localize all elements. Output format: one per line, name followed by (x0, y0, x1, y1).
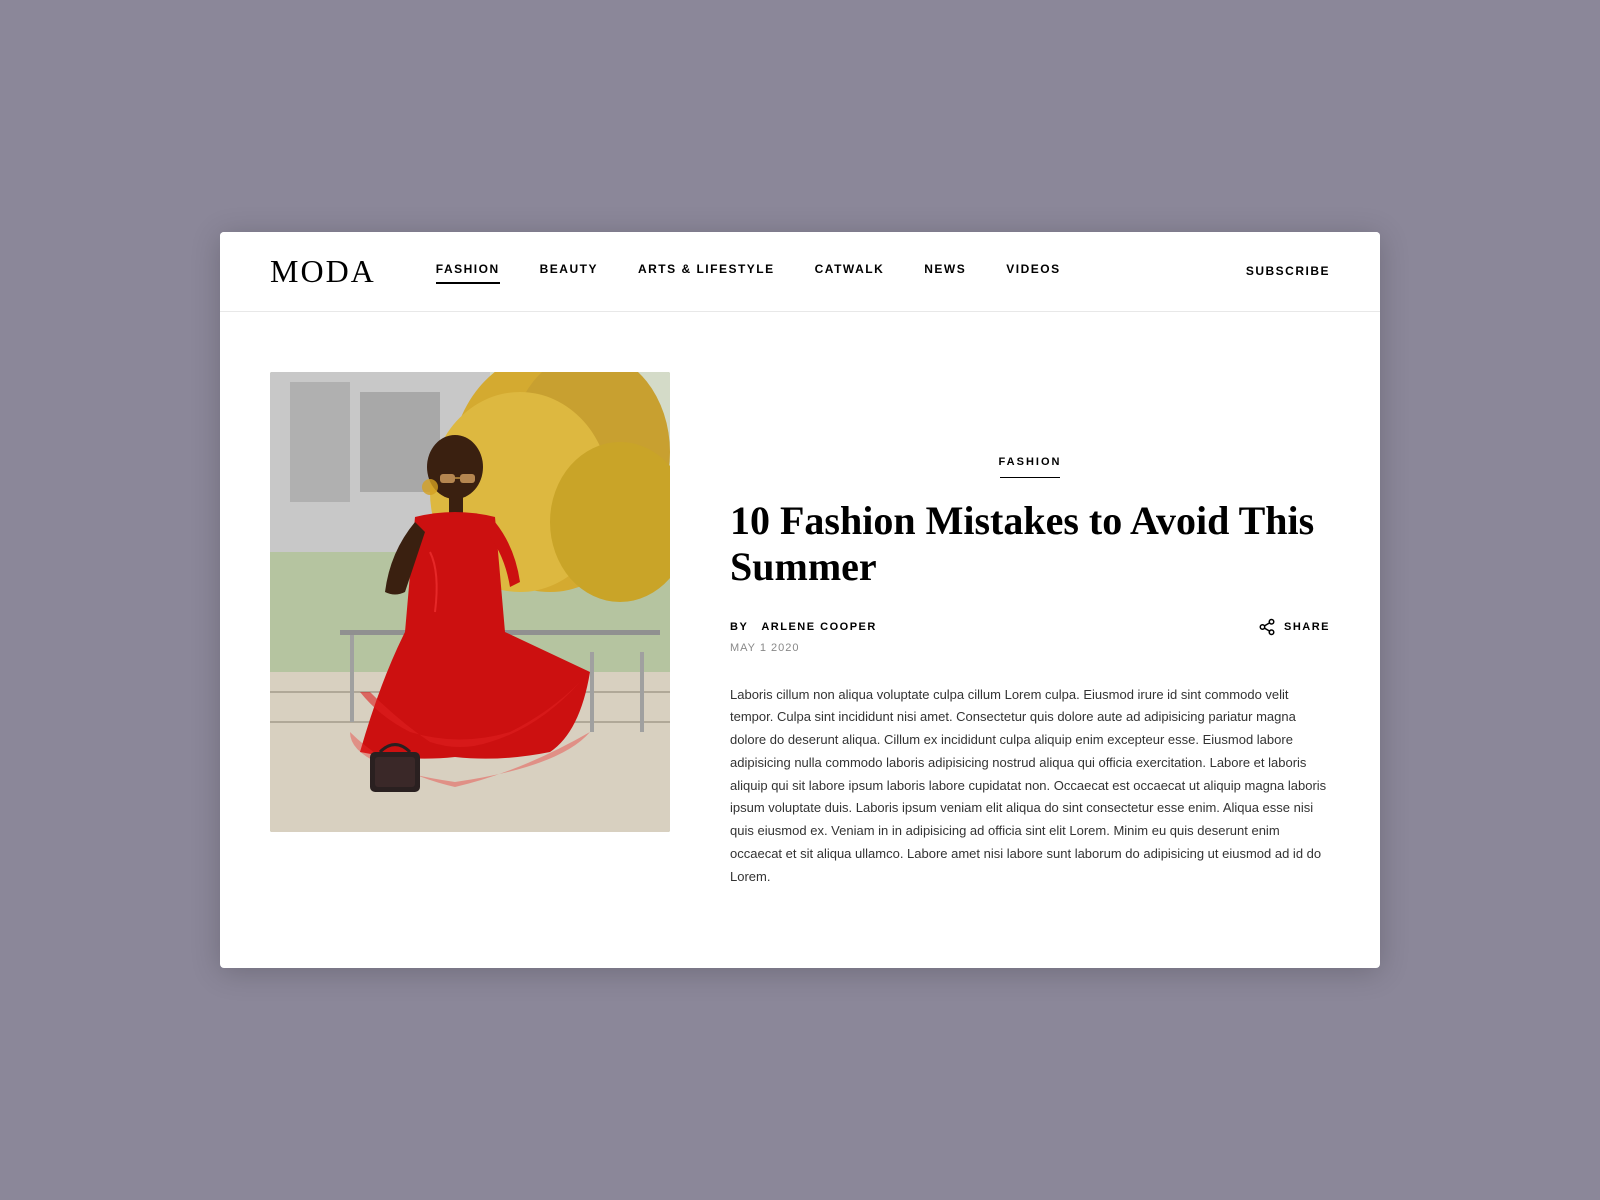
share-icon (1258, 618, 1276, 636)
share-button[interactable]: SHARE (1258, 618, 1330, 636)
nav-item-beauty[interactable]: BEAUTY (540, 262, 598, 280)
share-label: SHARE (1284, 621, 1330, 633)
article-meta: BY ARLENE COOPER SHARE (730, 618, 1330, 636)
browser-window: MODA FASHION BEAUTY ARTS & LIFESTYLE CAT… (220, 232, 1380, 969)
article-date: MAY 1 2020 (730, 642, 1330, 654)
nav-item-arts[interactable]: ARTS & LIFESTYLE (638, 262, 775, 280)
nav-item-fashion[interactable]: FASHION (436, 262, 500, 280)
site-logo[interactable]: MODA (270, 253, 376, 290)
article-title: 10 Fashion Mistakes to Avoid This Summer (730, 498, 1330, 590)
site-header: MODA FASHION BEAUTY ARTS & LIFESTYLE CAT… (220, 232, 1380, 312)
article-content: FASHION 10 Fashion Mistakes to Avoid Thi… (730, 372, 1330, 889)
article-image (270, 372, 670, 832)
main-content: FASHION 10 Fashion Mistakes to Avoid Thi… (220, 312, 1380, 969)
article-category: FASHION (730, 456, 1330, 478)
site-nav: FASHION BEAUTY ARTS & LIFESTYLE CATWALK … (436, 262, 1246, 280)
nav-item-videos[interactable]: VIDEOS (1006, 262, 1060, 280)
article-author: BY ARLENE COOPER (730, 621, 877, 633)
nav-item-news[interactable]: NEWS (924, 262, 966, 280)
subscribe-button[interactable]: SUBSCRIBE (1246, 264, 1330, 278)
nav-item-catwalk[interactable]: CATWALK (815, 262, 885, 280)
article-body: Laboris cillum non aliqua voluptate culp… (730, 684, 1330, 889)
